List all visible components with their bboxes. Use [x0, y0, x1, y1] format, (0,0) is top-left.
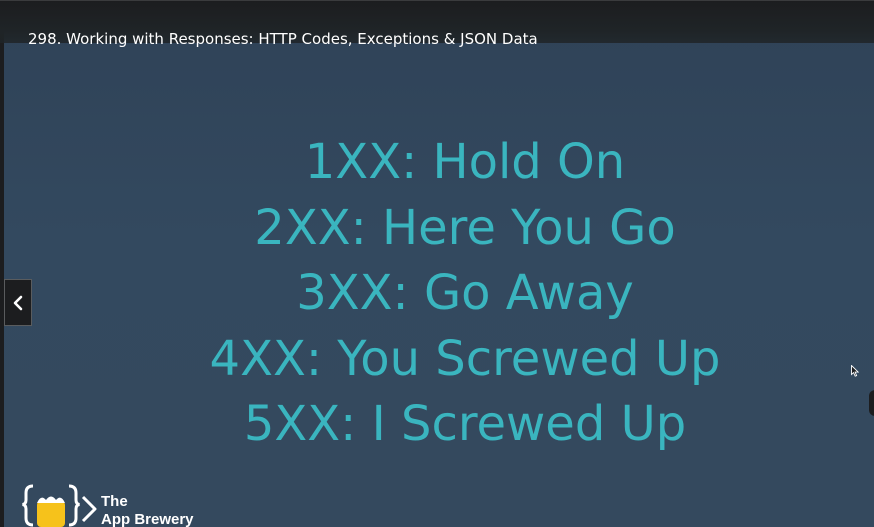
beer-mug-braces-icon: [22, 484, 97, 527]
slide-content: 1XX: Hold On 2XX: Here You Go 3XX: Go Aw…: [0, 130, 874, 458]
video-player[interactable]: 298. Working with Responses: HTTP Codes,…: [0, 0, 874, 527]
status-line-2xx: 2XX: Here You Go: [254, 199, 676, 256]
previous-lecture-button[interactable]: [4, 279, 32, 326]
video-title-bar: 298. Working with Responses: HTTP Codes,…: [0, 0, 874, 48]
mouse-cursor-icon: [851, 365, 859, 377]
video-title: 298. Working with Responses: HTTP Codes,…: [28, 30, 538, 48]
status-line-1xx: 1XX: Hold On: [304, 134, 626, 190]
chevron-left-icon: [13, 295, 23, 310]
brand-line-the: The: [101, 493, 128, 510]
status-line-5xx: 5XX: I Screwed Up: [243, 396, 687, 452]
brand-line-app-brewery: App Brewery: [101, 511, 194, 527]
brand-name: The App Brewery: [101, 493, 194, 527]
status-line-3xx: 3XX: Go Away: [296, 265, 634, 321]
status-line-4xx: 4XX: You Screwed Up: [209, 330, 721, 387]
side-panel-handle[interactable]: [869, 390, 874, 416]
